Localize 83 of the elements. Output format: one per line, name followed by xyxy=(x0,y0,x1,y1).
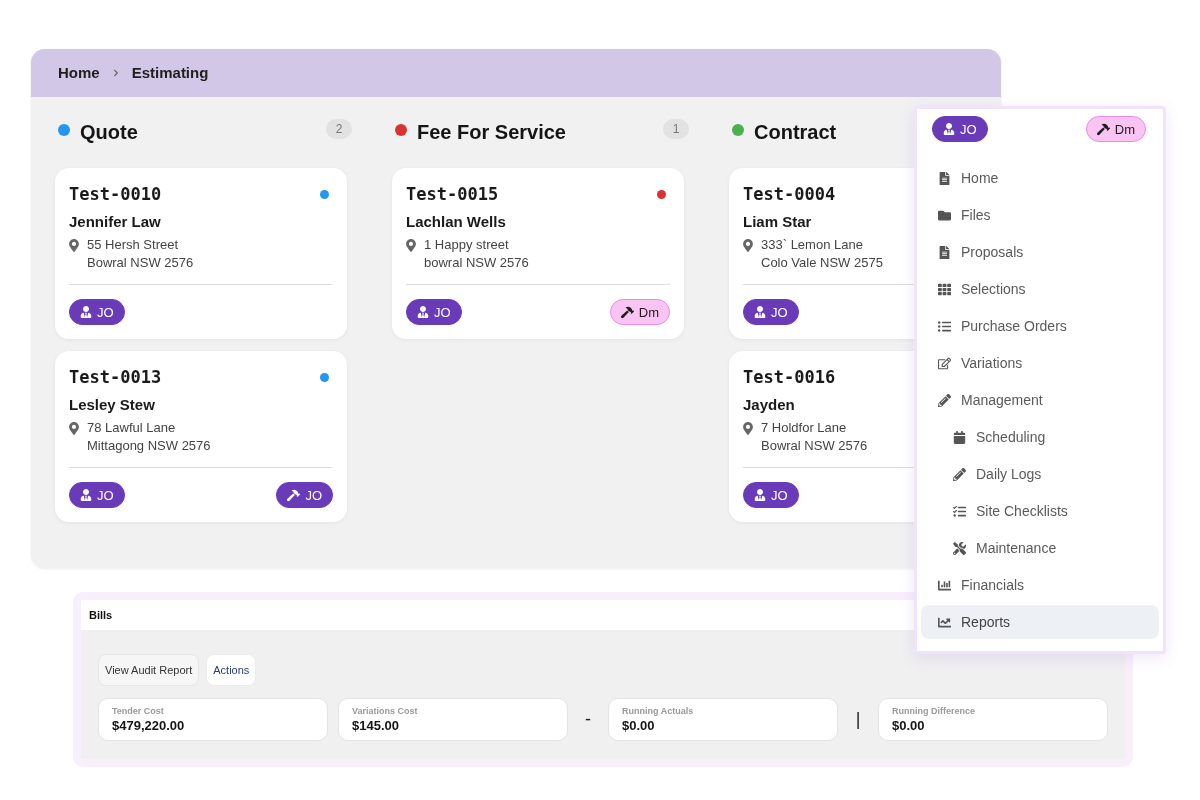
job-code: Test-0004 xyxy=(743,183,836,206)
menu-item[interactable]: Maintenance xyxy=(921,531,1159,565)
breadcrumb-link[interactable]: Estimating xyxy=(131,61,209,85)
address-line: bowral NSW 2576 xyxy=(424,254,529,272)
menu-item[interactable]: Reports xyxy=(921,605,1159,639)
person-icon xyxy=(80,306,92,318)
address-line: Mittagong NSW 2576 xyxy=(87,437,211,455)
calendar-icon xyxy=(953,430,966,444)
column-title: Quote xyxy=(80,120,138,145)
job-code: Test-0013 xyxy=(69,366,162,389)
assignee-chip[interactable]: JO xyxy=(69,299,125,325)
person-icon xyxy=(417,306,429,318)
count-pill: 2 xyxy=(326,119,352,139)
address-line: Bowral NSW 2576 xyxy=(761,437,868,455)
count-pill: 1 xyxy=(663,119,689,139)
assignee-chip[interactable]: JO xyxy=(69,482,125,508)
column-title: Contract xyxy=(754,120,837,145)
address-line: 55 Hersh Street xyxy=(87,236,180,254)
operator-symbol: - xyxy=(584,708,592,731)
folder-icon xyxy=(938,208,951,222)
panel-title: Bills xyxy=(89,607,113,623)
job-code: Test-0010 xyxy=(69,183,162,206)
address-line: Bowral NSW 2576 xyxy=(87,254,194,272)
client-name: Liam Star xyxy=(743,212,812,232)
document-icon xyxy=(938,245,951,259)
action-button[interactable]: View Audit Report xyxy=(98,654,200,686)
summary-value: $0.00 xyxy=(622,717,656,734)
person-icon xyxy=(754,306,766,318)
person-icon xyxy=(80,489,92,501)
job-card[interactable]: Test-0010 Jennifer Law 55 Hersh Street Bowral NSW 2576 JO xyxy=(55,168,347,339)
person-icon xyxy=(943,123,955,135)
summary-label: Running Difference xyxy=(892,705,976,717)
assignee-chip[interactable]: JO xyxy=(743,299,799,325)
summary-label: Variations Cost xyxy=(352,705,419,717)
summary-label: Tender Cost xyxy=(112,705,165,717)
chevron-right-icon xyxy=(111,69,120,77)
summary-value: $145.00 xyxy=(352,717,400,734)
client-name: Lachlan Wells xyxy=(406,212,506,232)
summary-value: $479,220.00 xyxy=(112,717,186,734)
client-name: Jennifer Law xyxy=(69,212,161,232)
summary-label: Running Actuals xyxy=(622,705,695,717)
map-pin-icon xyxy=(69,422,79,435)
hammer-icon xyxy=(1096,122,1110,136)
assignee-chip[interactable]: Dm xyxy=(609,299,670,325)
address-line: 7 Holdfor Lane xyxy=(761,419,848,437)
map-pin-icon xyxy=(69,239,79,252)
action-button[interactable]: Actions xyxy=(206,654,257,686)
column-title: Fee For Service xyxy=(417,120,566,145)
pencil-icon xyxy=(938,393,951,407)
summary-value: $0.00 xyxy=(892,717,926,734)
assignee-chip[interactable]: JO xyxy=(932,116,988,142)
breadcrumb-link[interactable]: Home xyxy=(58,61,100,85)
assignee-chip[interactable]: JO xyxy=(276,482,333,508)
client-name: Lesley Stew xyxy=(69,395,155,415)
person-icon xyxy=(754,489,766,501)
assignee-chip[interactable]: JO xyxy=(743,482,799,508)
tools-icon xyxy=(953,541,966,555)
map-pin-icon xyxy=(406,239,416,252)
client-name: Jayden xyxy=(743,395,795,415)
grid-icon xyxy=(938,282,951,296)
pencil-icon xyxy=(953,467,966,481)
document-icon xyxy=(938,171,951,185)
map-pin-icon xyxy=(743,422,753,435)
assignee-chip[interactable]: Dm xyxy=(1085,116,1146,142)
job-code: Test-0016 xyxy=(743,366,836,389)
job-code: Test-0015 xyxy=(406,183,499,206)
checklist-icon xyxy=(953,504,966,518)
job-card[interactable]: Test-0015 Lachlan Wells 1 Happy street bowral NSW 2576 JO Dm xyxy=(392,168,684,339)
address-line: 1 Happy street xyxy=(424,236,510,254)
map-pin-icon xyxy=(743,239,753,252)
address-line: 78 Lawful Lane xyxy=(87,419,177,437)
assignee-chip[interactable]: JO xyxy=(406,299,462,325)
job-card[interactable]: Test-0013 Lesley Stew 78 Lawful Lane Mittagong NSW 2576 JO JO xyxy=(55,351,347,522)
list-icon xyxy=(938,319,951,333)
operator-symbol: | xyxy=(854,708,862,731)
menu-item[interactable]: Financials xyxy=(921,568,1159,602)
bar-chart-icon xyxy=(938,578,951,592)
edit-icon xyxy=(938,356,951,370)
address-line: 333` Lemon Lane xyxy=(761,236,864,254)
hammer-icon xyxy=(620,305,634,319)
line-chart-icon xyxy=(938,615,951,629)
address-line: Colo Vale NSW 2575 xyxy=(761,254,883,272)
hammer-icon xyxy=(287,488,301,502)
